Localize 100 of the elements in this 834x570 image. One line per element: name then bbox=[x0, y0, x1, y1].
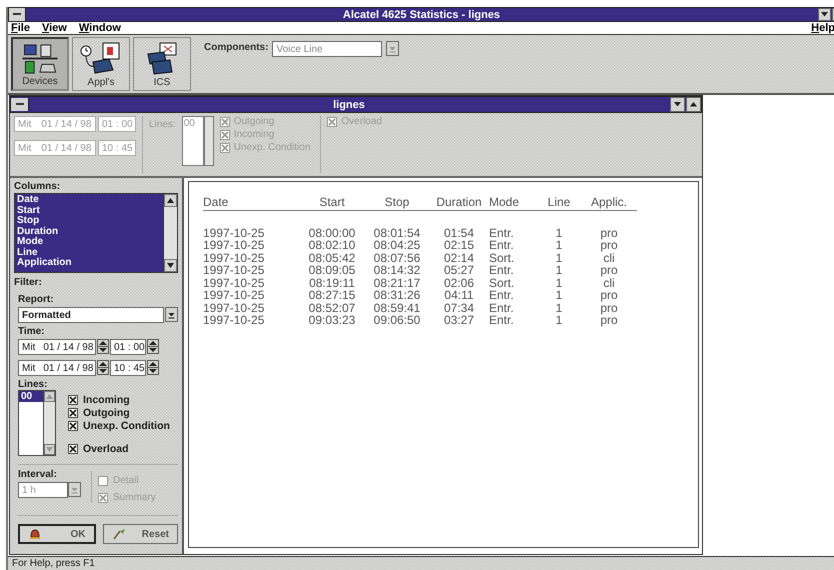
table-cell-text: pro bbox=[599, 289, 619, 302]
up-arrow-icon bbox=[167, 198, 174, 203]
down-triangle-icon bbox=[821, 12, 828, 17]
table-cell-text: 08:01:54 bbox=[372, 226, 422, 239]
table-cell-text: 1 bbox=[554, 276, 564, 289]
spin-button[interactable] bbox=[97, 339, 109, 354]
interval-label: Interval: bbox=[18, 469, 57, 480]
reset-button[interactable]: Reset bbox=[102, 524, 178, 544]
table-cell-text: 1997-10-25 bbox=[203, 226, 266, 239]
ok-button[interactable]: OK bbox=[18, 524, 96, 544]
time-field[interactable]: 01 : 00 bbox=[110, 339, 146, 355]
status-text: For Help, press F1 bbox=[12, 558, 95, 569]
time-field[interactable]: 10 : 45 bbox=[110, 360, 146, 376]
lines-label: Lines: bbox=[149, 118, 176, 132]
minimize-button[interactable] bbox=[670, 97, 685, 112]
toolbar-button[interactable]: Appl's bbox=[72, 37, 130, 91]
checkbox[interactable] bbox=[68, 421, 78, 431]
window-title: lignes bbox=[332, 98, 366, 110]
table-cell-text: 08:14:32 bbox=[372, 264, 422, 276]
table-cell-text: 08:07:56 bbox=[372, 252, 422, 264]
table-cell-text: pro bbox=[599, 264, 619, 276]
column-header[interactable]: Stop bbox=[365, 196, 429, 208]
table-cell-text: 02:06 bbox=[442, 276, 476, 289]
dash-icon bbox=[13, 13, 21, 16]
checkbox-label: Incoming bbox=[234, 129, 274, 140]
checkbox-label: Overload bbox=[83, 443, 129, 455]
table-cell-text: 1 bbox=[554, 314, 564, 326]
dash-icon bbox=[16, 103, 24, 106]
system-menu-button[interactable] bbox=[11, 98, 29, 111]
table-cell-text: cli bbox=[603, 252, 615, 264]
table-cell-text: 02:14 bbox=[442, 252, 476, 264]
checkbox-label: Outgoing bbox=[234, 116, 274, 127]
column-header[interactable]: Mode bbox=[489, 196, 537, 208]
table-cell-text: 1 bbox=[554, 239, 564, 252]
table-cell-text: pro bbox=[599, 226, 619, 239]
scroll-bar[interactable] bbox=[204, 116, 214, 166]
dropdown-button[interactable] bbox=[165, 307, 178, 322]
time-label: Time: bbox=[18, 326, 44, 337]
table-cell-text: pro bbox=[599, 314, 619, 326]
toolbar-button[interactable]: ICS bbox=[133, 37, 191, 91]
table-cell-text: 08:21:17 bbox=[372, 276, 422, 289]
toolbar-button[interactable]: Devices bbox=[11, 37, 69, 91]
checkbox[interactable] bbox=[68, 408, 78, 418]
table-cell-text: cli bbox=[603, 276, 615, 289]
system-menu-button[interactable] bbox=[9, 8, 26, 21]
checkbox-label: Incoming bbox=[83, 394, 130, 406]
table-cell-text: Entr. bbox=[489, 239, 515, 252]
table-cell-text: 1997-10-25 bbox=[203, 302, 266, 314]
table-cell-text: 09:03:23 bbox=[308, 314, 356, 326]
lines-label: Lines: bbox=[18, 379, 48, 390]
columns-label: Columns: bbox=[14, 181, 62, 192]
minimize-button[interactable] bbox=[818, 8, 831, 21]
maximize-button[interactable] bbox=[686, 97, 701, 112]
table-cell-text: Sort. bbox=[489, 252, 516, 264]
table-cell-text: 05:27 bbox=[442, 264, 476, 276]
table-cell-text: 1997-10-25 bbox=[203, 252, 266, 264]
table-cell-text: 1997-10-25 bbox=[203, 264, 266, 276]
menu-item[interactable]: View bbox=[42, 22, 67, 34]
table-cell-text: Entr. bbox=[489, 302, 515, 314]
date-field[interactable]: Mit 01 / 14 / 98 bbox=[18, 339, 96, 355]
table-cell-text: Entr. bbox=[489, 289, 515, 302]
up-triangle-icon bbox=[690, 102, 697, 107]
list-item[interactable]: 00 bbox=[19, 391, 43, 402]
checkbox-label: Overload bbox=[341, 116, 382, 127]
checkbox-label: Detail bbox=[113, 475, 139, 486]
column-header[interactable]: Duration bbox=[429, 196, 489, 208]
caret-icon bbox=[71, 486, 78, 494]
menu-item[interactable]: Window bbox=[78, 22, 121, 34]
table-cell-text: 1997-10-25 bbox=[203, 314, 266, 326]
table-cell-text: 01:54 bbox=[442, 226, 476, 239]
table-cell-text: Entr. bbox=[489, 314, 515, 326]
scroll-bar[interactable] bbox=[44, 390, 56, 456]
column-header[interactable]: Start bbox=[299, 196, 365, 208]
table-cell-text: pro bbox=[599, 302, 619, 314]
components-field[interactable]: Voice Line bbox=[272, 41, 382, 57]
checkbox[interactable] bbox=[68, 444, 78, 454]
scroll-bar[interactable] bbox=[164, 193, 178, 273]
column-header[interactable]: Applic. bbox=[581, 196, 637, 208]
table-cell-text: 04:11 bbox=[443, 289, 475, 302]
table-cell-text: 08:00:00 bbox=[308, 226, 356, 239]
report-dropdown[interactable]: Formatted bbox=[18, 307, 164, 323]
down-arrow-icon bbox=[46, 447, 53, 452]
filter-label: Filter: bbox=[14, 277, 43, 288]
table-cell-text: 08:02:10 bbox=[308, 239, 356, 252]
report-label: Report: bbox=[18, 294, 54, 305]
table-cell-text: 1 bbox=[554, 252, 564, 264]
spin-button[interactable] bbox=[147, 339, 159, 354]
table-cell-text: 08:05:42 bbox=[308, 252, 356, 264]
checkbox[interactable] bbox=[68, 395, 78, 405]
table-cell-text: 03:27 bbox=[442, 314, 476, 326]
date-field[interactable]: Mit 01 / 14 / 98 bbox=[18, 360, 96, 376]
spin-button[interactable] bbox=[97, 360, 109, 375]
table-cell-text: 07:34 bbox=[442, 302, 476, 314]
table-cell-text: Sort. bbox=[489, 276, 516, 289]
down-arrow-icon bbox=[167, 263, 174, 268]
spin-button[interactable] bbox=[147, 360, 159, 375]
column-header[interactable]: Date bbox=[203, 196, 299, 208]
menu-item[interactable]: File bbox=[11, 22, 30, 34]
up-arrow-icon bbox=[46, 394, 53, 399]
column-header[interactable]: Line bbox=[537, 196, 581, 208]
